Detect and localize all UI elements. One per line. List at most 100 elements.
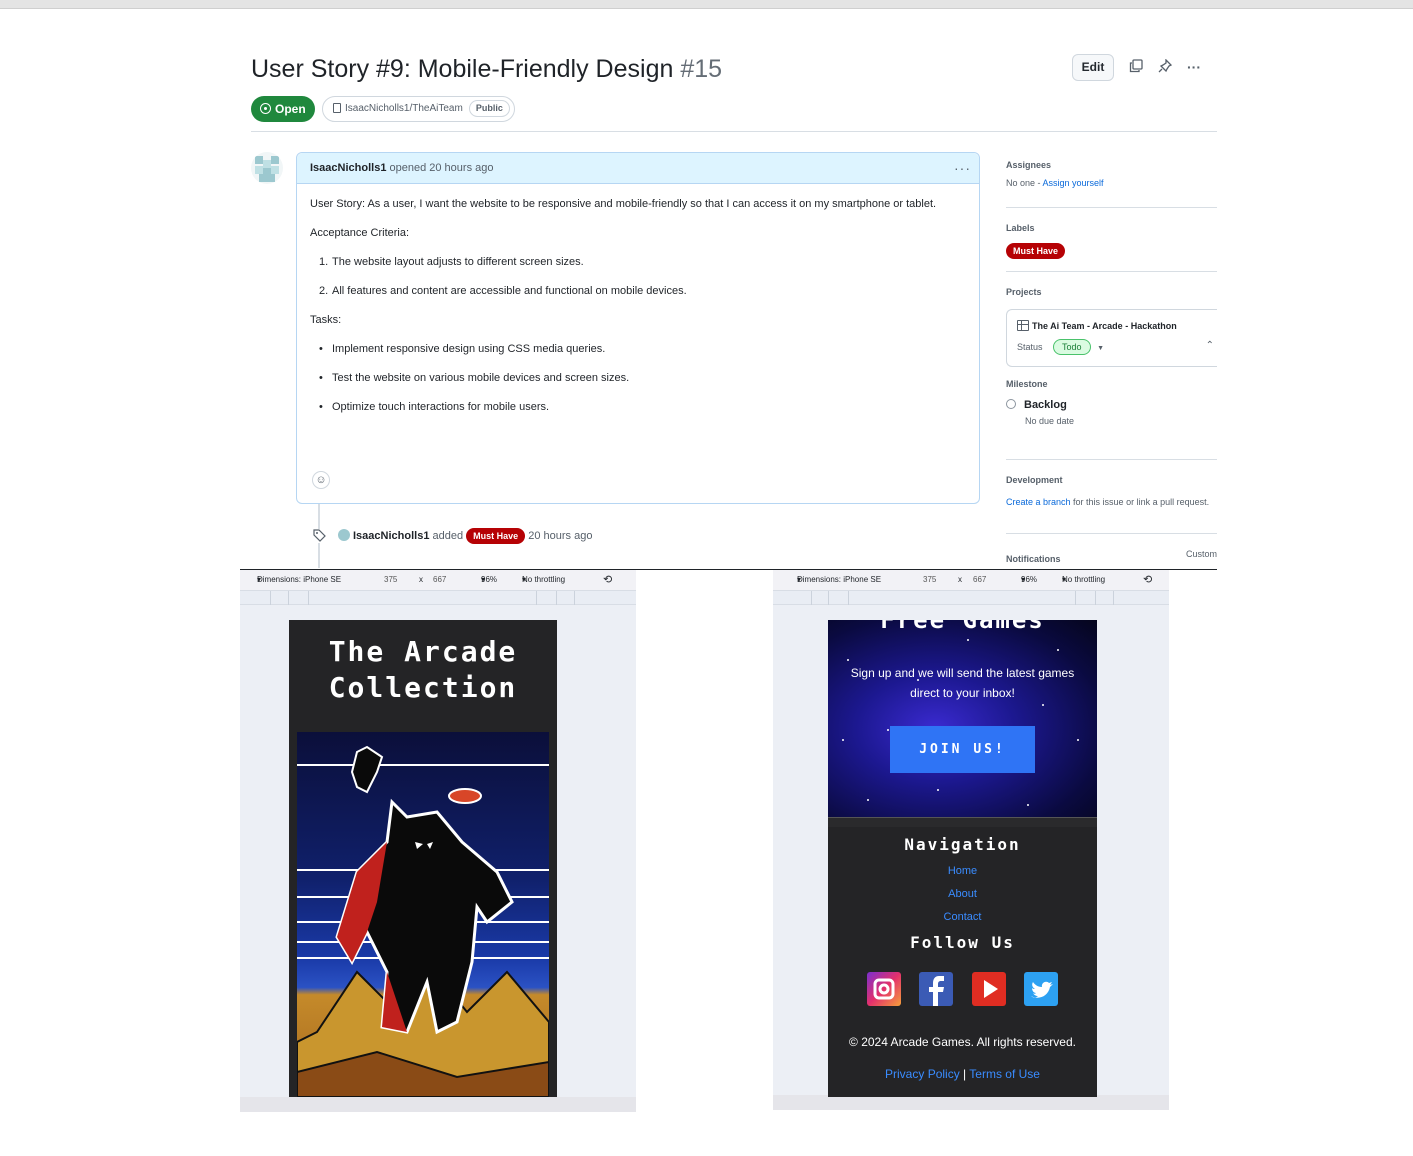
list-item: 1. The website layout adjusts to differen… (319, 256, 584, 268)
signup-heading-partial: Free Games (880, 620, 1045, 634)
development-text: Create a branch for this issue or link a… (1006, 497, 1210, 507)
labels-heading[interactable]: Labels (1006, 223, 1217, 233)
youtube-icon[interactable] (971, 972, 1006, 1006)
assignees-value: No one - Assign yourself (1006, 178, 1104, 188)
issue-sidebar: Assignees No one - Assign yourself Label… (1006, 152, 1217, 564)
milestone-due: No due date (1025, 416, 1075, 426)
twitter-icon[interactable] (1024, 972, 1059, 1006)
issue-number: #15 (680, 55, 723, 83)
instagram-icon[interactable] (866, 972, 901, 1006)
signup-text: Sign up and we will send the latest game… (850, 666, 1075, 700)
media-query-ruler (773, 590, 1169, 606)
event-time: 20 hours ago (528, 530, 593, 542)
rotate-icon[interactable]: ⟲ (603, 570, 612, 590)
times-label: x (958, 575, 962, 584)
zoom-select[interactable]: 96% ▾ (1021, 570, 1037, 590)
throttling-select[interactable]: No throttling ▾ (1062, 570, 1105, 590)
width-input[interactable]: 375 (384, 570, 397, 590)
rotate-icon[interactable]: ⟲ (1143, 570, 1152, 590)
copy-icon[interactable] (1128, 59, 1144, 75)
terms-of-use-link[interactable]: Terms of Use (969, 1067, 1040, 1081)
list-item: • Optimize touch interactions for mobile … (319, 401, 550, 413)
devtools-panel-right: Dimensions: iPhone SE ▾ 375 x 667 96% ▾ … (773, 570, 1169, 1110)
projects-heading[interactable]: Projects (1006, 287, 1217, 297)
table-icon (1017, 320, 1029, 331)
throttling-select[interactable]: No throttling ▾ (522, 570, 565, 590)
development-section: Development Create a branch for this iss… (1006, 460, 1217, 534)
issue-comment: IsaacNicholls1 opened 20 hours ago ··· U… (296, 152, 980, 504)
timeline-event: IsaacNicholls1 added Must Have 20 hours … (338, 527, 592, 545)
height-input[interactable]: 667 (973, 570, 986, 590)
notifications-heading: Notifications (1006, 554, 1061, 564)
status-badge[interactable]: Todo (1053, 339, 1091, 355)
nav-link-contact[interactable]: Contact (828, 906, 1097, 929)
banner-divider (828, 817, 1097, 827)
media-query-ruler (240, 590, 636, 606)
project-title[interactable]: The Ai Team - Arcade - Hackathon (1017, 320, 1207, 331)
milestone-heading[interactable]: Milestone (1006, 379, 1217, 389)
milestone-icon (1006, 399, 1016, 409)
assign-yourself-link[interactable]: Assign yourself (1043, 178, 1104, 188)
dimensions-select[interactable]: Dimensions: iPhone SE ▾ (797, 570, 881, 590)
tasks-heading: Tasks: (310, 314, 342, 326)
project-card: The Ai Team - Arcade - Hackathon Status … (1006, 309, 1217, 367)
nav-link-home[interactable]: Home (828, 860, 1097, 883)
list-item: • Implement responsive design using CSS m… (319, 343, 606, 355)
join-us-button[interactable]: JOIN US! (890, 726, 1035, 773)
privacy-policy-link[interactable]: Privacy Policy (885, 1067, 960, 1081)
add-reaction-icon[interactable]: ☺ (312, 471, 330, 489)
project-status: Status Todo ▼ (1017, 339, 1207, 355)
repo-icon (333, 103, 341, 113)
zoom-select[interactable]: 96% ▾ (481, 570, 497, 590)
hero-title: The Arcade Collection (328, 635, 518, 704)
comment-options-icon[interactable]: ··· (954, 153, 971, 183)
browser-top-strip (0, 0, 1413, 9)
state-label: Open (275, 102, 306, 116)
device-toolbar: Dimensions: iPhone SE ▾ 375 x 667 96% ▾ … (773, 570, 1169, 590)
width-input[interactable]: 375 (923, 570, 936, 590)
comment-header: IsaacNicholls1 opened 20 hours ago ··· (297, 153, 979, 184)
pin-icon[interactable] (1157, 58, 1173, 75)
chevron-down-icon[interactable]: ▼ (1097, 345, 1104, 352)
facebook-icon[interactable] (919, 972, 954, 1006)
arcade-footer-page: Free Games Sign up and we will send the … (828, 620, 1097, 1097)
chevron-up-icon[interactable]: ⌃ (1206, 340, 1214, 351)
nav-link-about[interactable]: About (828, 883, 1097, 906)
height-input[interactable]: 667 (433, 570, 446, 590)
repo-name: IsaacNicholls1/TheAiTeam (345, 103, 463, 114)
issue-title: User Story #9: Mobile-Friendly Design #1… (251, 55, 722, 84)
label-badge[interactable]: Must Have (466, 528, 526, 544)
times-label: x (419, 575, 423, 584)
follow-heading: Follow Us (910, 933, 1015, 952)
repo-badge[interactable]: IsaacNicholls1/TheAiTeam Public (322, 96, 515, 122)
acceptance-heading: Acceptance Criteria: (310, 227, 410, 239)
edit-button[interactable]: Edit (1072, 54, 1114, 81)
social-links (828, 972, 1097, 1006)
more-options-icon[interactable]: ··· (1186, 59, 1202, 75)
labels-section: Labels Must Have (1006, 208, 1217, 272)
copyright-text: © 2024 Arcade Games. All rights reserved… (849, 1035, 1076, 1049)
development-heading: Development (1006, 475, 1063, 485)
milestone-section: Milestone Backlog No due date (1006, 379, 1217, 460)
notifications-value[interactable]: Custom (1186, 549, 1217, 559)
legal-links: Privacy Policy | Terms of Use (828, 1067, 1097, 1081)
event-author[interactable]: IsaacNicholls1 (353, 530, 429, 542)
device-viewport: Free Games Sign up and we will send the … (773, 605, 1169, 1097)
dimensions-select[interactable]: Dimensions: iPhone SE ▾ (257, 570, 341, 590)
projects-section: Projects The Ai Team - Arcade - Hackatho… (1006, 272, 1217, 379)
milestone-title[interactable]: Backlog (1006, 399, 1217, 411)
nav-heading: Navigation (904, 835, 1021, 854)
hero-image (297, 732, 549, 1097)
create-branch-link[interactable]: Create a branch (1006, 497, 1071, 507)
device-toolbar: Dimensions: iPhone SE ▾ 375 x 667 96% ▾ … (240, 570, 636, 590)
issue-title-text: User Story #9: Mobile-Friendly Design (251, 55, 674, 83)
devtools-panel-left: Dimensions: iPhone SE ▾ 375 x 667 96% ▾ … (240, 570, 636, 1112)
legal-divider: | (963, 1067, 967, 1081)
signup-banner: Free Games Sign up and we will send the … (828, 620, 1097, 817)
issue-opened-icon (260, 103, 271, 114)
comment-author[interactable]: IsaacNicholls1 (310, 162, 386, 174)
label-badge[interactable]: Must Have (1006, 243, 1066, 259)
assignees-heading[interactable]: Assignees (1006, 160, 1217, 170)
avatar[interactable] (251, 152, 283, 184)
state-badge: Open (251, 96, 315, 122)
